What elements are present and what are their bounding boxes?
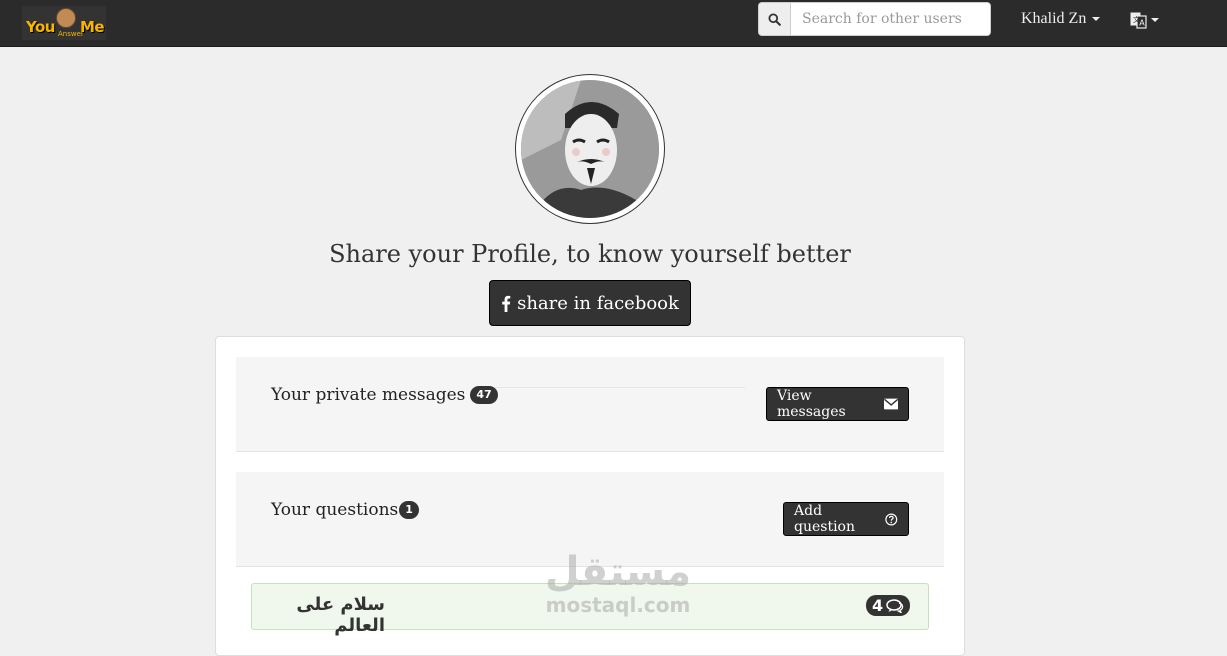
site-logo[interactable]: You Answer Me (22, 6, 106, 40)
messages-count-badge: 47 (470, 386, 498, 404)
private-messages-section: Your private messages 47 View messages (236, 357, 944, 452)
caret-down-icon (1151, 18, 1159, 22)
questions-count-badge: 1 (399, 501, 419, 519)
share-facebook-label: share in facebook (517, 292, 679, 314)
questions-section: Your questions 1 Add question (236, 472, 944, 567)
share-facebook-button[interactable]: share in facebook (489, 280, 691, 326)
avatar-image (521, 80, 659, 218)
navbar: You Answer Me Khalid Zn 文 A (0, 0, 1227, 47)
language-dropdown[interactable]: 文 A (1130, 11, 1159, 29)
masked-person-image (521, 80, 659, 218)
svg-text:A: A (1139, 19, 1145, 28)
divider (495, 387, 745, 388)
profile-tagline: Share your Profile, to know yourself bet… (329, 240, 851, 268)
questions-heading: Your questions 1 (271, 500, 419, 520)
comment-count: 4 (872, 596, 884, 615)
logo-text-me: Me (80, 18, 105, 36)
add-question-button[interactable]: Add question (783, 502, 909, 536)
search-input[interactable] (791, 3, 990, 35)
view-messages-label: View messages (777, 388, 846, 420)
logo-text-you: You (26, 18, 55, 36)
dashboard-panel: Your private messages 47 View messages Y… (215, 336, 965, 656)
question-circle-icon (885, 513, 898, 525)
add-question-label: Add question (794, 503, 855, 535)
view-messages-button[interactable]: View messages (766, 387, 909, 421)
comments-icon (886, 598, 904, 613)
language-icon: 文 A (1130, 12, 1147, 29)
question-text: سلام على العالم (296, 594, 385, 636)
user-name: Khalid Zn (1021, 10, 1087, 27)
search-button[interactable] (759, 3, 791, 35)
search-icon (768, 12, 781, 26)
facebook-icon (502, 295, 511, 312)
fist-logo-icon (56, 8, 76, 28)
comment-count-badge: 4 (866, 595, 911, 616)
envelope-icon (883, 398, 898, 410)
user-search (758, 2, 991, 36)
question-list-item[interactable]: سلام على العالم 4 (251, 583, 929, 636)
questions-label: Your questions (271, 500, 399, 520)
private-messages-heading: Your private messages 47 (271, 385, 498, 405)
user-menu-dropdown[interactable]: Khalid Zn (1021, 10, 1101, 28)
profile-avatar (515, 74, 665, 224)
private-messages-label: Your private messages (271, 385, 466, 405)
caret-down-icon (1092, 17, 1101, 21)
